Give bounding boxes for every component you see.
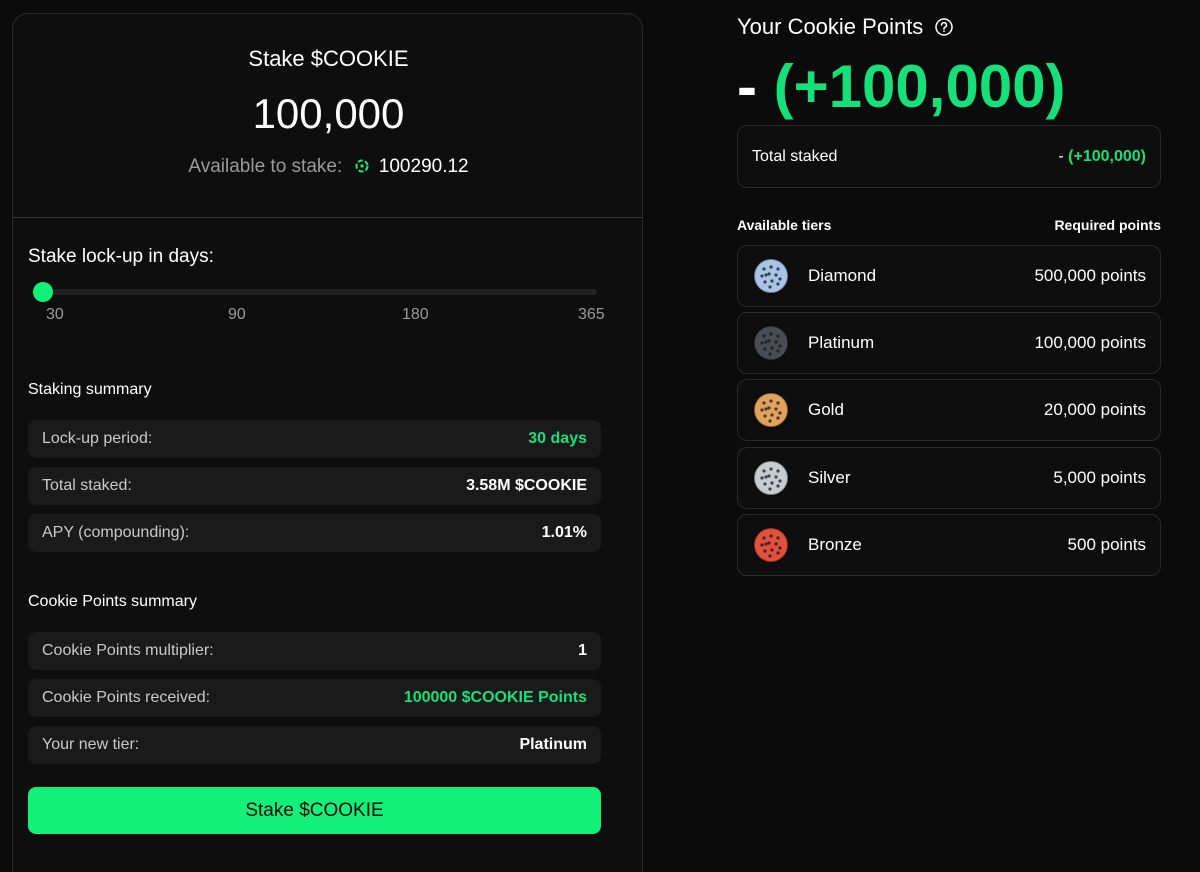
staking-summary-title: Staking summary: [28, 381, 152, 398]
cookie-coin-icon: [355, 159, 369, 173]
points-pending: (+100,000): [773, 53, 1066, 120]
lockup-slider-track[interactable]: [34, 289, 597, 295]
tier-row-diamond: Diamond 500,000 points: [737, 245, 1161, 307]
row-value: 100000 $COOKIE Points: [403, 689, 587, 706]
cookie-badge-icon: [752, 391, 790, 429]
slider-tick-30: 30: [46, 306, 64, 323]
stake-title: Stake $COOKIE: [248, 46, 409, 71]
summary-row-points-received: Cookie Points received: 100000 $COOKIE P…: [28, 679, 601, 717]
tier-row-platinum: Platinum 100,000 points: [737, 312, 1161, 374]
tier-required-points: 500,000 points: [1034, 266, 1146, 285]
row-label: Cookie Points received:: [42, 689, 211, 706]
tier-name: Bronze: [808, 535, 862, 554]
total-staked-value: - (+100,000): [1058, 148, 1146, 166]
tier-required-points: 20,000 points: [1043, 400, 1146, 419]
tier-required-points: 100,000 points: [1034, 333, 1146, 352]
tier-row-bronze: Bronze 500 points: [737, 514, 1161, 576]
tier-row-silver: Silver 5,000 points: [737, 447, 1161, 509]
tiers-header: Available tiers Required points: [737, 217, 1161, 233]
summary-row-multiplier: Cookie Points multiplier: 1: [28, 632, 601, 670]
required-points-label: Required points: [1054, 217, 1161, 233]
tier-name: Silver: [808, 468, 851, 487]
tier-required-points: 5,000 points: [1053, 468, 1146, 487]
row-label: Your new tier:: [42, 736, 140, 753]
available-value: 100290.12: [378, 156, 469, 177]
cookie-points-header: Your Cookie Points: [737, 14, 954, 40]
slider-tick-365: 365: [578, 306, 605, 323]
available-to-stake: Available to stake: 100290.12: [13, 156, 642, 178]
row-label: Lock-up period:: [42, 430, 153, 447]
tier-name: Gold: [808, 400, 844, 419]
summary-row-apy: APY (compounding): 1.01%: [28, 514, 601, 552]
stake-header: Stake $COOKIE 100,000 Available to stake…: [13, 14, 642, 218]
total-staked-label: Total staked: [752, 147, 838, 165]
row-label: Total staked:: [42, 477, 132, 494]
points-dash: -: [737, 53, 757, 120]
slider-tick-180: 180: [402, 306, 429, 323]
cookie-points-value: - (+100,000): [737, 54, 1066, 120]
stake-amount-input[interactable]: 100,000: [13, 90, 642, 138]
total-staked-box: Total staked - (+100,000): [737, 125, 1161, 188]
stake-button[interactable]: Stake $COOKIE: [28, 787, 601, 834]
row-value: 1: [578, 642, 587, 659]
available-label: Available to stake:: [188, 156, 343, 177]
row-label: APY (compounding):: [42, 524, 190, 541]
row-label: Cookie Points multiplier:: [42, 642, 214, 659]
row-value: 1.01%: [541, 524, 587, 541]
row-value: Platinum: [519, 736, 587, 753]
cookie-badge-icon: [752, 459, 790, 497]
tier-name: Platinum: [808, 333, 875, 352]
total-pending: (+100,000): [1068, 147, 1146, 165]
points-summary-title: Cookie Points summary: [28, 593, 197, 610]
lockup-label: Stake lock-up in days:: [28, 246, 214, 267]
help-icon[interactable]: [935, 18, 954, 36]
lockup-slider-handle[interactable]: [33, 282, 53, 302]
total-dash: -: [1058, 147, 1064, 165]
summary-row-new-tier: Your new tier: Platinum: [28, 726, 601, 764]
summary-row-lockup: Lock-up period: 30 days: [28, 420, 601, 458]
summary-row-total-staked: Total staked: 3.58M $COOKIE: [28, 467, 601, 505]
row-value: 30 days: [528, 430, 587, 447]
staking-page: Stake $COOKIE 100,000 Available to stake…: [0, 0, 1200, 872]
slider-tick-90: 90: [228, 306, 246, 323]
tier-row-gold: Gold 20,000 points: [737, 379, 1161, 441]
cookie-badge-icon: [752, 324, 790, 362]
cookie-badge-icon: [752, 257, 790, 295]
cookie-badge-icon: [752, 526, 790, 564]
tier-required-points: 500 points: [1067, 535, 1146, 554]
tier-name: Diamond: [808, 266, 877, 285]
available-tiers-label: Available tiers: [737, 217, 832, 233]
row-value: 3.58M $COOKIE: [466, 477, 587, 494]
cookie-points-title: Your Cookie Points: [737, 14, 924, 39]
